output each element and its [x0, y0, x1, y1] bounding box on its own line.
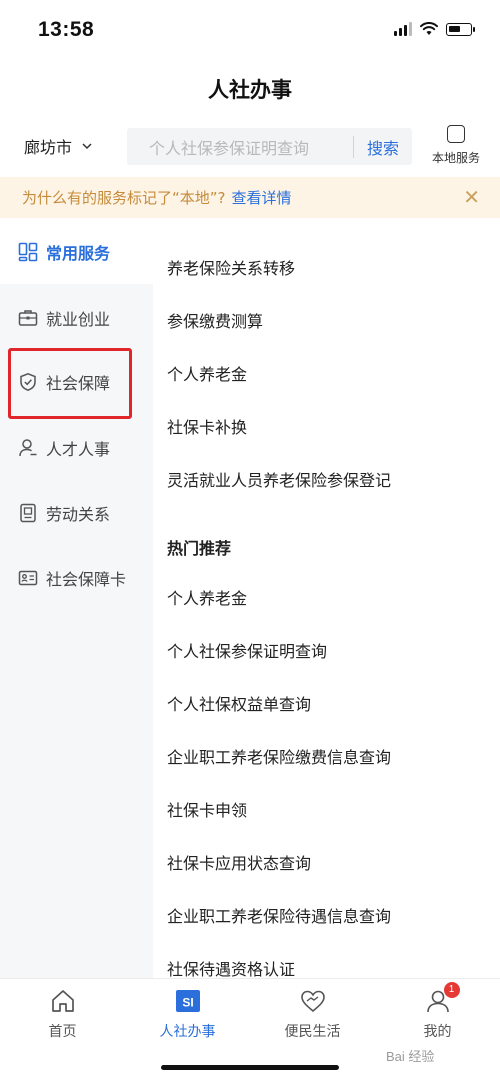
notice-banner: 为什么有的服务标记了“本地”? 查看详情 ✕	[0, 177, 500, 218]
notice-text: 为什么有的服务标记了“本地”?	[22, 189, 226, 207]
list-item[interactable]: 社保卡补换	[167, 414, 247, 438]
city-selector[interactable]: 廊坊市	[24, 134, 92, 158]
category-sidebar: 常用服务 就业创业 社会保障 人才人事 劳动关系 社会保障卡	[0, 218, 153, 978]
search-box[interactable]: 个人社保参保证明查询 搜索	[127, 128, 412, 165]
document-icon	[18, 503, 38, 523]
svg-text:SI: SI	[182, 996, 193, 1010]
battery-icon	[446, 22, 475, 36]
list-item[interactable]: 养老保险关系转移	[167, 255, 295, 279]
highlight-annotation	[8, 348, 132, 419]
list-item[interactable]: 灵活就业人员养老保险参保登记	[167, 467, 391, 491]
watermark: Bai 经验	[386, 1049, 435, 1064]
page-title: 人社办事	[208, 78, 292, 102]
id-card-icon	[18, 568, 38, 588]
home-icon	[49, 987, 77, 1015]
sidebar-item-employment[interactable]: 就业创业	[18, 306, 110, 330]
heart-hands-icon	[299, 987, 327, 1015]
list-item[interactable]: 社保卡申领	[167, 797, 247, 821]
list-item[interactable]: 个人养老金	[167, 361, 247, 385]
status-icons	[394, 22, 475, 36]
chevron-down-icon	[82, 142, 92, 149]
tab-home[interactable]: 首页	[0, 987, 125, 1041]
search-input[interactable]: 个人社保参保证明查询	[127, 135, 353, 159]
sidebar-item-label: 就业创业	[46, 310, 111, 329]
tab-label: 便民生活	[284, 1024, 341, 1040]
notice-link[interactable]: 查看详情	[232, 187, 292, 208]
sidebar-item-label: 劳动关系	[46, 505, 111, 524]
sidebar-item-label: 人才人事	[46, 440, 111, 459]
tab-mine[interactable]: 1 我的	[375, 982, 500, 1041]
person-icon	[18, 438, 38, 458]
sidebar-item-talent[interactable]: 人才人事	[18, 436, 110, 460]
tab-label: 我的	[423, 1024, 452, 1040]
city-label: 廊坊市	[24, 138, 73, 157]
list-item[interactable]: 参保缴费测算	[167, 308, 263, 332]
home-indicator[interactable]	[161, 1065, 339, 1070]
local-service-label: 本地服务	[431, 151, 480, 165]
tab-hr-services[interactable]: SI 人社办事	[125, 987, 250, 1041]
list-item[interactable]: 个人社保权益单查询	[167, 691, 311, 715]
user-icon: 1	[424, 982, 460, 1015]
notification-badge: 1	[443, 982, 460, 998]
briefcase-icon	[18, 308, 38, 328]
status-bar: 13:58	[0, 0, 500, 62]
signal-icon	[394, 22, 412, 36]
close-icon[interactable]: ✕	[463, 185, 480, 209]
tab-life[interactable]: 便民生活	[250, 987, 375, 1041]
grid-icon	[18, 242, 38, 262]
service-list: 养老保险关系转移 参保缴费测算 个人养老金 社保卡补换 灵活就业人员养老保险参保…	[153, 218, 500, 978]
section-title-hot: 热门推荐	[167, 539, 232, 558]
list-item[interactable]: 企业职工养老保险待遇信息查询	[167, 903, 391, 927]
list-item[interactable]: 个人养老金	[167, 585, 247, 609]
local-service-toggle[interactable]: 本地服务	[428, 125, 484, 166]
tab-label: 首页	[48, 1024, 77, 1040]
list-item[interactable]: 个人社保参保证明查询	[167, 638, 327, 662]
sidebar-item-label: 常用服务	[46, 244, 111, 263]
tab-label: 人社办事	[159, 1024, 216, 1040]
search-button[interactable]: 搜索	[354, 135, 412, 159]
list-item[interactable]: 社保待遇资格认证	[167, 956, 295, 978]
sidebar-item-common[interactable]: 常用服务	[18, 240, 110, 264]
list-item[interactable]: 社保卡应用状态查询	[167, 850, 311, 874]
status-time: 13:58	[38, 18, 95, 41]
wifi-icon	[420, 22, 438, 35]
local-service-checkbox[interactable]	[447, 125, 465, 143]
si-icon: SI	[174, 987, 202, 1015]
list-item[interactable]: 企业职工养老保险缴费信息查询	[167, 744, 391, 768]
sidebar-item-labor[interactable]: 劳动关系	[18, 501, 110, 525]
sidebar-item-ss-card[interactable]: 社会保障卡	[18, 566, 126, 590]
sidebar-item-label: 社会保障卡	[46, 570, 127, 589]
